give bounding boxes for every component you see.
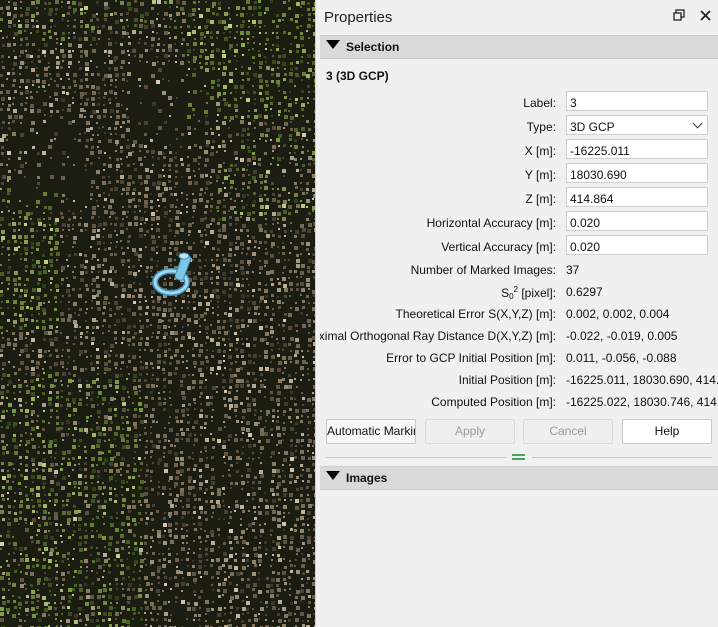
max-ray-distance-row: Maximal Orthogonal Ray Distance D(X,Y,Z)… — [320, 324, 718, 346]
point-cloud-points — [0, 0, 315, 627]
point-cloud-canvas[interactable] — [0, 0, 315, 627]
splitter-line-left — [326, 457, 506, 458]
cancel-button[interactable]: Cancel — [523, 419, 613, 444]
chevron-down-icon — [692, 118, 703, 129]
vertical-accuracy-label: Vertical Accuracy [m]: — [441, 240, 556, 254]
horizontal-accuracy-row: Horizontal Accuracy [m]: 0.020 — [320, 211, 718, 233]
x-input[interactable]: -16225.011 — [566, 139, 708, 159]
theoretical-error-value: 0.002, 0.002, 0.004 — [566, 307, 670, 321]
horizontal-accuracy-label: Horizontal Accuracy [m]: — [426, 216, 556, 230]
marked-images-value: 37 — [566, 263, 580, 277]
theoretical-error-row: Theoretical Error S(X,Y,Z) [m]: 0.002, 0… — [320, 302, 718, 324]
initial-position-label: Initial Position [m]: — [458, 373, 556, 387]
max-ray-distance-label: Maximal Orthogonal Ray Distance D(X,Y,Z)… — [320, 329, 556, 343]
vertical-accuracy-input[interactable]: 0.020 — [566, 235, 708, 255]
z-field-label: Z [m]: — [525, 192, 556, 206]
collapse-triangle-icon — [326, 40, 340, 49]
s0-label: S02 [pixel]: — [501, 285, 556, 301]
properties-titlebar: Properties — [320, 0, 718, 34]
automatic-marking-button[interactable]: Automatic Marking — [326, 419, 416, 444]
s0-value: 0.6297 — [566, 285, 603, 299]
restore-window-icon[interactable] — [670, 8, 688, 26]
label-row: Label: 3 — [320, 91, 718, 113]
x-row: X [m]: -16225.011 — [320, 139, 718, 161]
label-field-label: Label: — [523, 96, 556, 110]
vertical-accuracy-row: Vertical Accuracy [m]: 0.020 — [320, 235, 718, 257]
gcp-title: 3 (3D GCP) — [326, 69, 389, 83]
initial-position-value: -16225.011, 18030.690, 414.8 — [566, 373, 718, 387]
splitter-grip-icon[interactable] — [512, 454, 525, 460]
type-dropdown[interactable]: 3D GCP — [566, 115, 708, 135]
computed-position-value: -16225.022, 18030.746, 414.9 — [566, 395, 718, 409]
gcp-marker-icon[interactable] — [152, 252, 192, 296]
images-header-label: Images — [346, 471, 388, 485]
images-section-header[interactable]: Images — [320, 466, 718, 490]
theoretical-error-label: Theoretical Error S(X,Y,Z) [m]: — [395, 307, 556, 321]
help-button[interactable]: Help — [622, 419, 712, 444]
panel-title: Properties — [324, 9, 393, 26]
z-input[interactable]: 414.864 — [566, 187, 708, 207]
type-row: Type: 3D GCP — [320, 115, 718, 137]
z-row: Z [m]: 414.864 — [320, 187, 718, 209]
point-cloud-viewport[interactable] — [0, 0, 315, 627]
marked-images-row: Number of Marked Images: 37 — [320, 258, 718, 280]
y-row: Y [m]: 18030.690 — [320, 163, 718, 185]
y-input[interactable]: 18030.690 — [566, 163, 708, 183]
initial-position-row: Initial Position [m]: -16225.011, 18030.… — [320, 368, 718, 390]
y-field-label: Y [m]: — [524, 168, 556, 182]
error-initial-row: Error to GCP Initial Position [m]: 0.011… — [320, 346, 718, 368]
type-selected-value: 3D GCP — [570, 120, 615, 134]
s0-row: S02 [pixel]: 0.6297 — [320, 280, 718, 302]
label-input[interactable]: 3 — [566, 91, 708, 111]
properties-panel: Properties Selection 3 (3D GCP) Label: 3… — [320, 0, 718, 627]
close-icon[interactable] — [696, 8, 714, 26]
apply-button[interactable]: Apply — [425, 419, 515, 444]
error-initial-value: 0.011, -0.056, -0.088 — [566, 351, 677, 365]
error-initial-label: Error to GCP Initial Position [m]: — [386, 351, 556, 365]
marked-images-label: Number of Marked Images: — [410, 263, 556, 277]
x-field-label: X [m]: — [524, 144, 556, 158]
computed-position-row: Computed Position [m]: -16225.022, 18030… — [320, 390, 718, 412]
selection-header-label: Selection — [346, 40, 400, 54]
computed-position-label: Computed Position [m]: — [431, 395, 556, 409]
splitter-line-right — [532, 457, 712, 458]
max-ray-distance-value: -0.022, -0.019, 0.005 — [566, 329, 678, 343]
type-field-label: Type: — [526, 120, 556, 134]
collapse-triangle-icon — [326, 471, 340, 480]
horizontal-accuracy-input[interactable]: 0.020 — [566, 211, 708, 231]
selection-section-header[interactable]: Selection — [320, 35, 718, 59]
